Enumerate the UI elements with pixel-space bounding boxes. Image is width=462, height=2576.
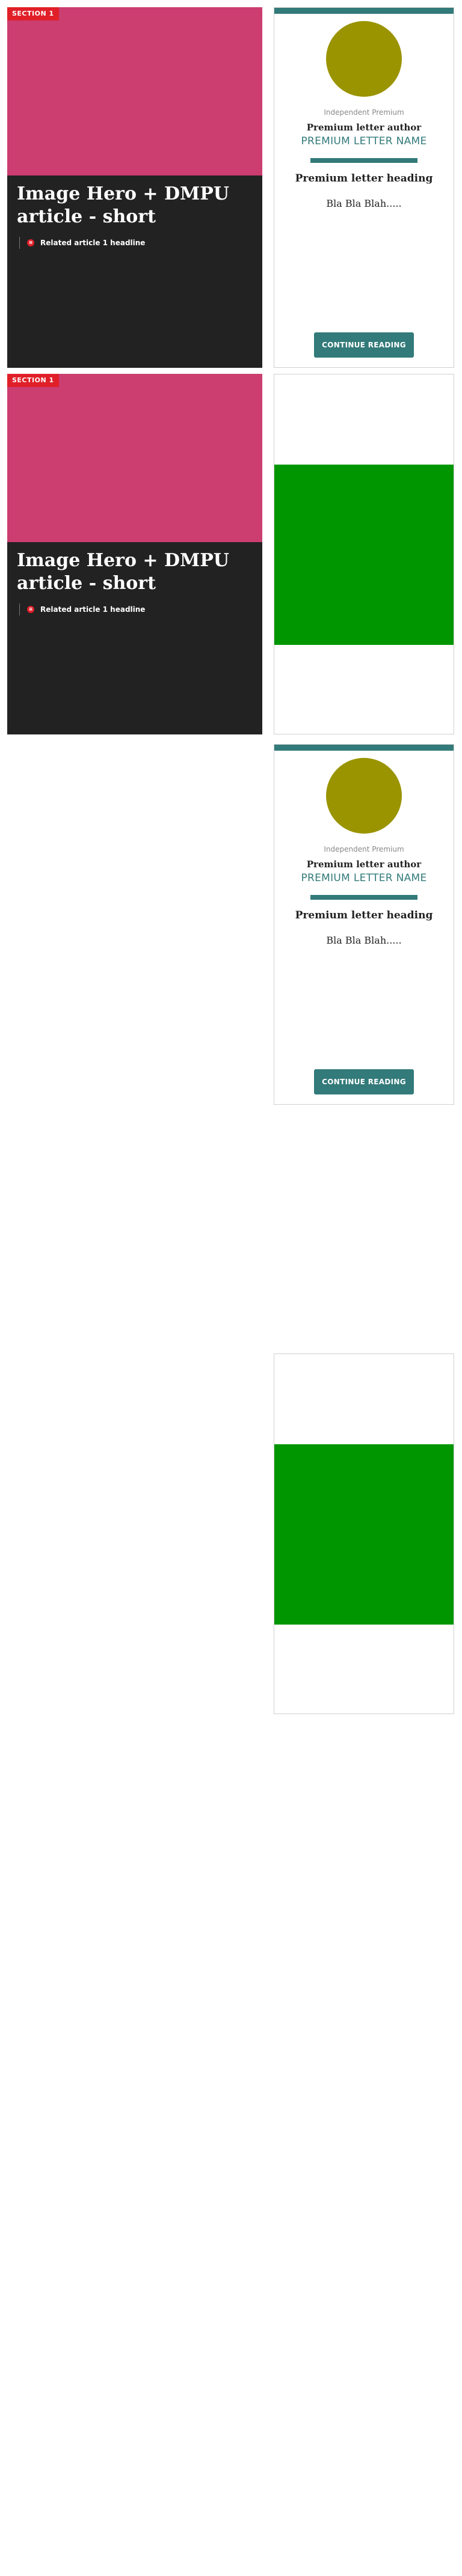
- continue-reading-button[interactable]: CONTINUE READING: [314, 332, 414, 358]
- letter-name: PREMIUM LETTER NAME: [301, 872, 427, 884]
- accent-bar: [274, 8, 454, 14]
- related-article-link[interactable]: ≡ Related article 1 headline: [19, 603, 145, 615]
- premium-letter-card: Independent Premium Premium letter autho…: [274, 744, 454, 1105]
- related-article-headline[interactable]: Related article 1 headline: [40, 605, 145, 614]
- related-article-headline[interactable]: Related article 1 headline: [40, 239, 145, 247]
- related-article-link[interactable]: ≡ Related article 1 headline: [19, 237, 145, 249]
- section-tag[interactable]: SECTION 1: [7, 374, 59, 387]
- author-avatar: [326, 758, 402, 834]
- letter-body: Bla Bla Blah.....: [326, 198, 402, 209]
- section-tag[interactable]: SECTION 1: [7, 7, 59, 20]
- ad-slot-dmpu: [274, 374, 454, 734]
- advert-placeholder[interactable]: [274, 465, 454, 645]
- accent-bar: [274, 745, 454, 751]
- continue-reading-button[interactable]: CONTINUE READING: [314, 1069, 414, 1094]
- premium-kicker: Independent Premium: [324, 845, 404, 853]
- divider: [310, 895, 417, 900]
- hero-image[interactable]: [7, 374, 262, 542]
- ad-slot-dmpu: [274, 1354, 454, 1714]
- hero-article-title[interactable]: Image Hero + DMPU article - short: [17, 183, 253, 228]
- hero-image[interactable]: [7, 7, 262, 175]
- premium-kicker: Independent Premium: [324, 108, 404, 117]
- hero-article-title[interactable]: Image Hero + DMPU article - short: [17, 549, 253, 595]
- dot-icon: ≡: [27, 606, 34, 613]
- premium-letter-card: Independent Premium Premium letter autho…: [274, 7, 454, 368]
- dot-icon: ≡: [27, 239, 34, 246]
- letter-author: Premium letter author: [306, 122, 422, 133]
- hero-article-card[interactable]: SECTION 1 Image Hero + DMPU article - sh…: [7, 374, 262, 734]
- author-avatar: [326, 21, 402, 97]
- letter-author: Premium letter author: [306, 859, 422, 870]
- divider: [310, 158, 417, 163]
- letter-heading: Premium letter heading: [295, 909, 433, 921]
- hero-article-card[interactable]: SECTION 1 Image Hero + DMPU article - sh…: [7, 7, 262, 368]
- letter-name: PREMIUM LETTER NAME: [301, 135, 427, 147]
- letter-heading: Premium letter heading: [295, 172, 433, 185]
- advert-placeholder[interactable]: [274, 1444, 454, 1625]
- letter-body: Bla Bla Blah.....: [326, 935, 402, 946]
